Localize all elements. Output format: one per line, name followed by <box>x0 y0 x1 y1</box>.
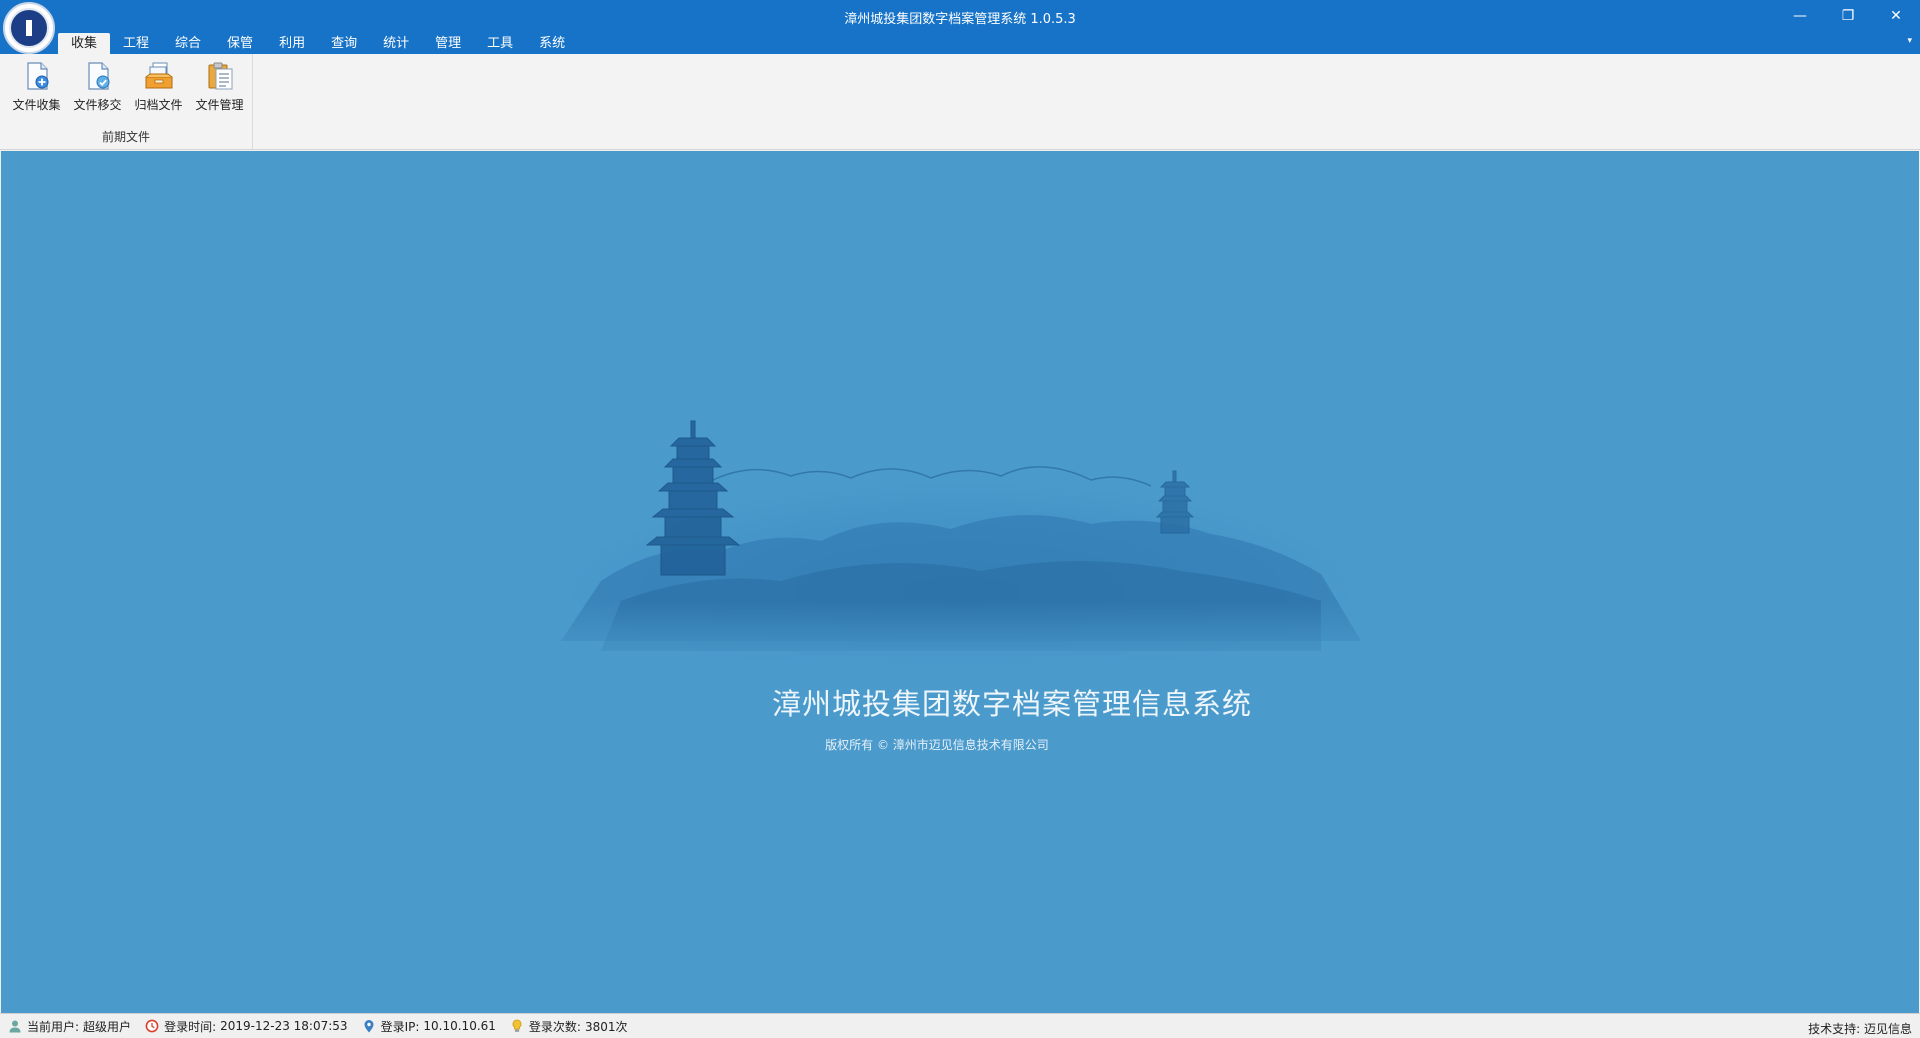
clock-icon <box>145 1019 159 1033</box>
file-transfer-icon <box>87 62 109 90</box>
ribbon-collapse-button[interactable]: ▾ <box>1907 36 1912 46</box>
system-title: 漳州城投集团数字档案管理信息系统 <box>771 687 1252 721</box>
tab-utilize[interactable]: 利用 <box>266 33 318 54</box>
ribbon-tabs: 收集 工程 综合 保管 利用 查询 统计 管理 工具 系统 <box>58 33 578 54</box>
ribbon-panel: 文件收集 文件移交 归档文件 文件管理 前期文件 <box>0 54 1920 150</box>
minimize-icon: — <box>1793 8 1807 24</box>
title-bar: 漳州城投集团数字档案管理系统 1.0.5.3 — ❐ ✕ ▾ 收集 工程 综合 … <box>0 0 1920 54</box>
chevron-down-icon: ▾ <box>1907 36 1912 46</box>
tab-tools[interactable]: 工具 <box>474 33 526 54</box>
current-user-label: 当前用户: <box>27 1019 80 1034</box>
close-icon: ✕ <box>1890 8 1902 24</box>
file-collect-button[interactable]: 文件收集 <box>6 60 67 118</box>
login-time-label: 登录时间: <box>164 1019 217 1034</box>
ribbon-group-label: 前期文件 <box>101 130 150 144</box>
login-ip-value: 10.10.10.61 <box>423 1019 496 1033</box>
login-count-value: 3801次 <box>584 1019 628 1034</box>
tab-general[interactable]: 综合 <box>162 33 214 54</box>
status-current-user: 当前用户: 超级用户 <box>8 1018 131 1035</box>
file-management-label: 文件管理 <box>195 98 244 112</box>
status-bar: 当前用户: 超级用户 登录时间: 2019-12-23 18:07:53 登录I… <box>0 1013 1920 1038</box>
user-icon <box>9 1020 21 1033</box>
status-login-time: 登录时间: 2019-12-23 18:07:53 <box>145 1018 348 1035</box>
clipboard-icon <box>208 62 232 90</box>
archive-files-icon <box>145 62 172 89</box>
tab-system[interactable]: 系统 <box>526 33 578 54</box>
file-transfer-button[interactable]: 文件移交 <box>67 60 128 118</box>
login-count-label: 登录次数: <box>528 1019 581 1034</box>
tab-statistics[interactable]: 统计 <box>370 33 422 54</box>
restore-icon: ❐ <box>1841 8 1855 24</box>
status-login-ip: 登录IP: 10.10.10.61 <box>362 1018 496 1035</box>
file-management-button[interactable]: 文件管理 <box>189 60 250 118</box>
window-controls: — ❐ ✕ <box>1776 0 1920 32</box>
window-title: 漳州城投集团数字档案管理系统 1.0.5.3 <box>844 12 1076 27</box>
status-login-count: 登录次数: 3801次 <box>510 1018 628 1035</box>
tab-collect[interactable]: 收集 <box>58 33 111 54</box>
tab-management[interactable]: 管理 <box>422 33 474 54</box>
tech-support-text: 技术支持: 迈见信息 <box>1808 1022 1912 1036</box>
main-workspace: 漳州城投集团数字档案管理信息系统 版权所有 © 漳州市迈见信息技术有限公司 <box>1 151 1919 1013</box>
file-transfer-label: 文件移交 <box>73 98 122 112</box>
archive-files-label: 归档文件 <box>134 98 183 112</box>
tab-custody[interactable]: 保管 <box>214 33 266 54</box>
current-user-value: 超级用户 <box>83 1019 132 1034</box>
copyright-text: 版权所有 © 漳州市迈见信息技术有限公司 <box>825 738 1049 752</box>
close-button[interactable]: ✕ <box>1872 0 1920 32</box>
file-collect-label: 文件收集 <box>12 98 61 112</box>
tab-engineering[interactable]: 工程 <box>110 33 162 54</box>
location-pin-icon <box>364 1020 374 1033</box>
restore-button[interactable]: ❐ <box>1824 0 1872 32</box>
ribbon-group-early-files: 文件收集 文件移交 归档文件 文件管理 前期文件 <box>0 54 253 149</box>
minimize-button[interactable]: — <box>1776 0 1824 32</box>
archive-files-button[interactable]: 归档文件 <box>128 60 189 118</box>
login-time-value: 2019-12-23 18:07:53 <box>220 1019 348 1033</box>
lightbulb-icon <box>512 1019 522 1032</box>
app-logo <box>3 2 55 54</box>
login-ip-label: 登录IP: <box>380 1019 420 1034</box>
file-add-icon <box>26 62 48 90</box>
landmark-illustration <box>561 420 1361 671</box>
tab-query[interactable]: 查询 <box>318 33 370 54</box>
